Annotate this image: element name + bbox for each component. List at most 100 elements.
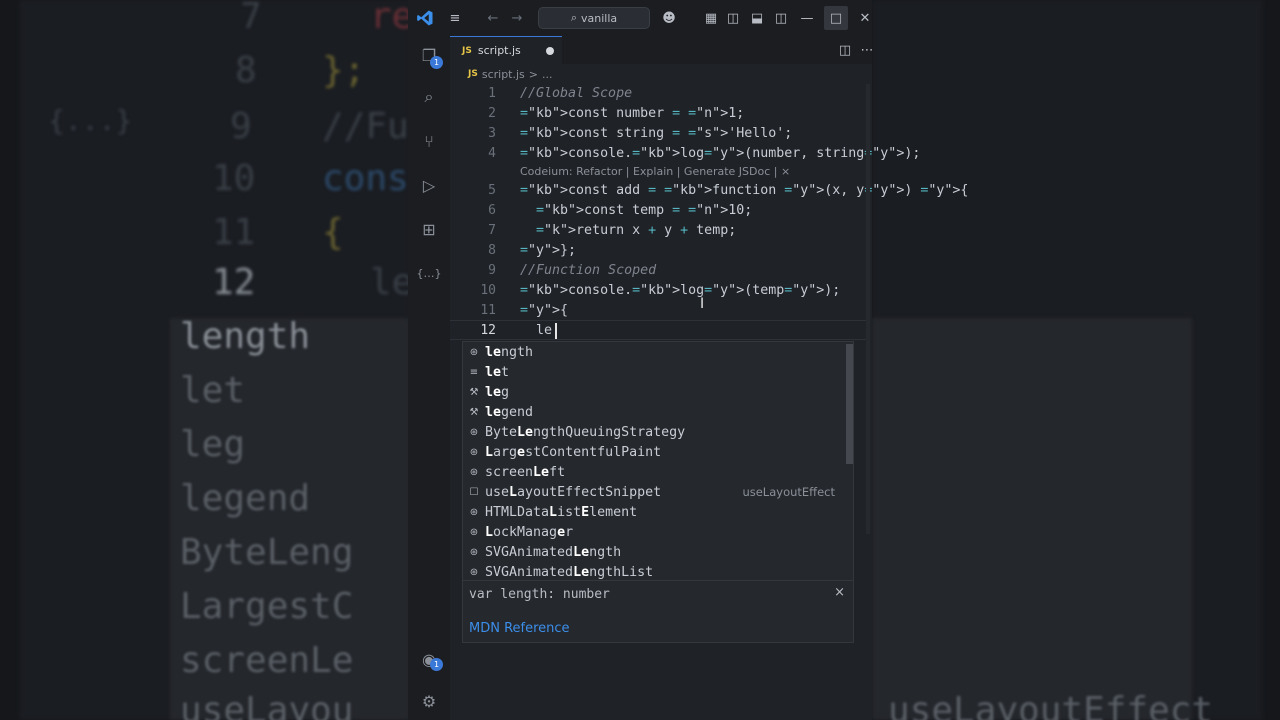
mdn-reference-link[interactable]: MDN Reference xyxy=(469,621,570,636)
search-icon: ⌕ xyxy=(570,11,578,24)
close-icon[interactable]: ✕ xyxy=(856,9,872,27)
breadcrumb-file[interactable]: script.js xyxy=(482,68,525,81)
wrench-icon: ⚒ xyxy=(469,406,479,418)
copilot-icon[interactable]: ☻ xyxy=(660,9,678,27)
code-line: ="kb">console.="kb">log="y">(temp="y">); xyxy=(520,283,841,298)
line-number: 10 xyxy=(480,283,496,298)
docs-close-icon[interactable]: × xyxy=(834,585,845,600)
variable-icon: ⊛ xyxy=(469,446,479,458)
bg-suggestion: useLayou xyxy=(180,690,354,720)
suggestion-scrollbar[interactable] xyxy=(846,344,853,464)
code-line: //Global Scope xyxy=(520,86,633,101)
code-line: ="kb">const add = ="kb">function ="y">(x… xyxy=(520,183,969,198)
bg-code: { xyxy=(322,212,344,253)
suggestion-item[interactable]: ⊛ SVGAnimatedLengthList xyxy=(463,562,843,580)
menu-icon[interactable]: ≡ xyxy=(446,9,464,27)
docs-signature: var length: number xyxy=(469,587,610,602)
suggestion-item[interactable]: ☐ useLayoutEffectSnippet useLayoutEffect xyxy=(463,482,843,502)
layout-icon[interactable]: ▦ xyxy=(702,9,720,27)
title-bar: ≡ ← → ⌕ vanilla ☻ ▦ ◫ ⬓ ◫ — □ ✕ xyxy=(408,0,872,36)
vscode-logo-icon xyxy=(417,10,433,26)
suggestion-item[interactable]: ⊛ LockManager xyxy=(463,522,843,542)
settings-gear-icon[interactable]: ⚙ xyxy=(418,690,440,712)
codeium-code-lens[interactable]: Codeium: Refactor | Explain | Generate J… xyxy=(520,165,790,178)
run-debug-icon[interactable]: ▷ xyxy=(418,174,440,196)
suggestion-label: SVGAnimatedLengthList xyxy=(485,564,654,580)
explorer-badge: 1 xyxy=(430,56,443,69)
js-file-icon: JS xyxy=(462,45,472,56)
line-number: 4 xyxy=(488,146,496,161)
bg-suggest-panel-right xyxy=(872,318,1192,720)
suggestion-label: legend xyxy=(485,404,534,420)
line-number: 6 xyxy=(488,203,496,218)
suggestion-label: LargestContentfulPaint xyxy=(485,444,662,460)
tab-script-js[interactable]: JS script.js xyxy=(450,36,562,64)
split-editor-icon[interactable]: ◫ xyxy=(836,41,854,59)
bg-suggestion: length xyxy=(180,316,311,357)
maximize-icon: □ xyxy=(829,10,843,26)
bg-line-number: 9 xyxy=(230,106,252,147)
variable-icon: ⊛ xyxy=(469,526,479,538)
search-icon[interactable]: ⌕ xyxy=(418,86,440,108)
suggestion-item[interactable]: ⊛ screenLeft xyxy=(463,462,843,482)
suggestion-detail: useLayoutEffect xyxy=(742,485,835,499)
bg-line-number: 12 xyxy=(212,262,256,303)
line-number: 2 xyxy=(488,106,496,121)
source-control-icon[interactable]: ⑂ xyxy=(418,130,440,152)
line-number: 11 xyxy=(480,303,496,318)
suggestion-item[interactable]: ⚒ leg xyxy=(463,382,843,402)
snippet-icon: ☐ xyxy=(469,486,479,498)
line-number: 5 xyxy=(488,183,496,198)
line-number: 1 xyxy=(488,86,496,101)
bg-suggestion: ByteLeng xyxy=(180,532,354,573)
suggestion-item[interactable]: ⊛ HTMLDataListElement xyxy=(463,502,843,522)
forward-arrow-icon[interactable]: → xyxy=(508,9,526,27)
variable-icon: ⊛ xyxy=(469,346,479,358)
account-badge: 1 xyxy=(430,658,443,671)
variable-icon: ⊛ xyxy=(469,546,479,558)
bg-suggestion-detail: useLayoutEffect xyxy=(888,690,1214,720)
bg-code: re xyxy=(370,0,414,37)
bg-code: le xyxy=(370,262,414,303)
unsaved-dot-icon[interactable] xyxy=(546,47,554,55)
back-arrow-icon[interactable]: ← xyxy=(484,9,502,27)
tab-label: script.js xyxy=(477,44,521,57)
bg-suggestion: leg xyxy=(180,424,246,465)
codeium-icon[interactable]: {…} xyxy=(417,262,442,284)
suggestion-label: LockManager xyxy=(485,524,574,540)
breadcrumb-separator: > xyxy=(528,67,538,81)
suggestion-item[interactable]: ≡ let xyxy=(463,362,843,382)
more-actions-icon[interactable]: ⋯ xyxy=(858,41,873,59)
bg-line-number: 8 xyxy=(235,50,257,91)
code-line: //Function Scoped xyxy=(520,263,657,278)
suggestion-item[interactable]: ⊛ ByteLengthQueuingStrategy xyxy=(463,422,843,442)
bg-line-number: 7 xyxy=(240,0,262,37)
extensions-icon[interactable]: ⊞ xyxy=(418,218,440,240)
bg-suggestion: legend xyxy=(180,478,311,519)
minimize-icon[interactable]: — xyxy=(798,9,816,27)
toggle-secondary-sidebar-icon[interactable]: ◫ xyxy=(772,9,790,27)
line-number: 8 xyxy=(488,243,496,258)
text-cursor xyxy=(555,323,557,339)
command-center-search[interactable]: ⌕ vanilla xyxy=(538,7,650,29)
bg-suggestion: LargestC xyxy=(180,586,354,627)
editor-scrollbar[interactable] xyxy=(866,84,870,534)
suggestion-label: screenLeft xyxy=(485,464,566,480)
suggestion-label: length xyxy=(485,344,534,360)
suggestion-label: HTMLDataListElement xyxy=(485,504,638,520)
code-line: ="kb">console.="kb">log="y">(number, str… xyxy=(520,146,921,161)
suggestion-item[interactable]: ⚒ legend xyxy=(463,402,843,422)
suggestion-label: SVGAnimatedLength xyxy=(485,544,622,560)
toggle-panel-icon[interactable]: ⬓ xyxy=(748,9,766,27)
bg-code: //Fu xyxy=(322,106,409,147)
suggestion-item[interactable]: ⊛ SVGAnimatedLength xyxy=(463,542,843,562)
toggle-sidebar-icon[interactable]: ◫ xyxy=(724,9,742,27)
suggestion-item[interactable]: ⊛ LargestContentfulPaint xyxy=(463,442,843,462)
variable-icon: ⊛ xyxy=(469,466,479,478)
breadcrumb-more[interactable]: ... xyxy=(542,68,553,81)
activity-bar: ❐ 1 ⌕ ⑂ ▷ ⊞ {…} ◉ 1 ⚙ xyxy=(408,36,450,720)
suggestion-label: leg xyxy=(485,384,510,400)
suggestion-item[interactable]: ⊛ length xyxy=(463,342,843,362)
variable-icon: ⊛ xyxy=(469,506,479,518)
current-line-highlight xyxy=(450,320,870,340)
